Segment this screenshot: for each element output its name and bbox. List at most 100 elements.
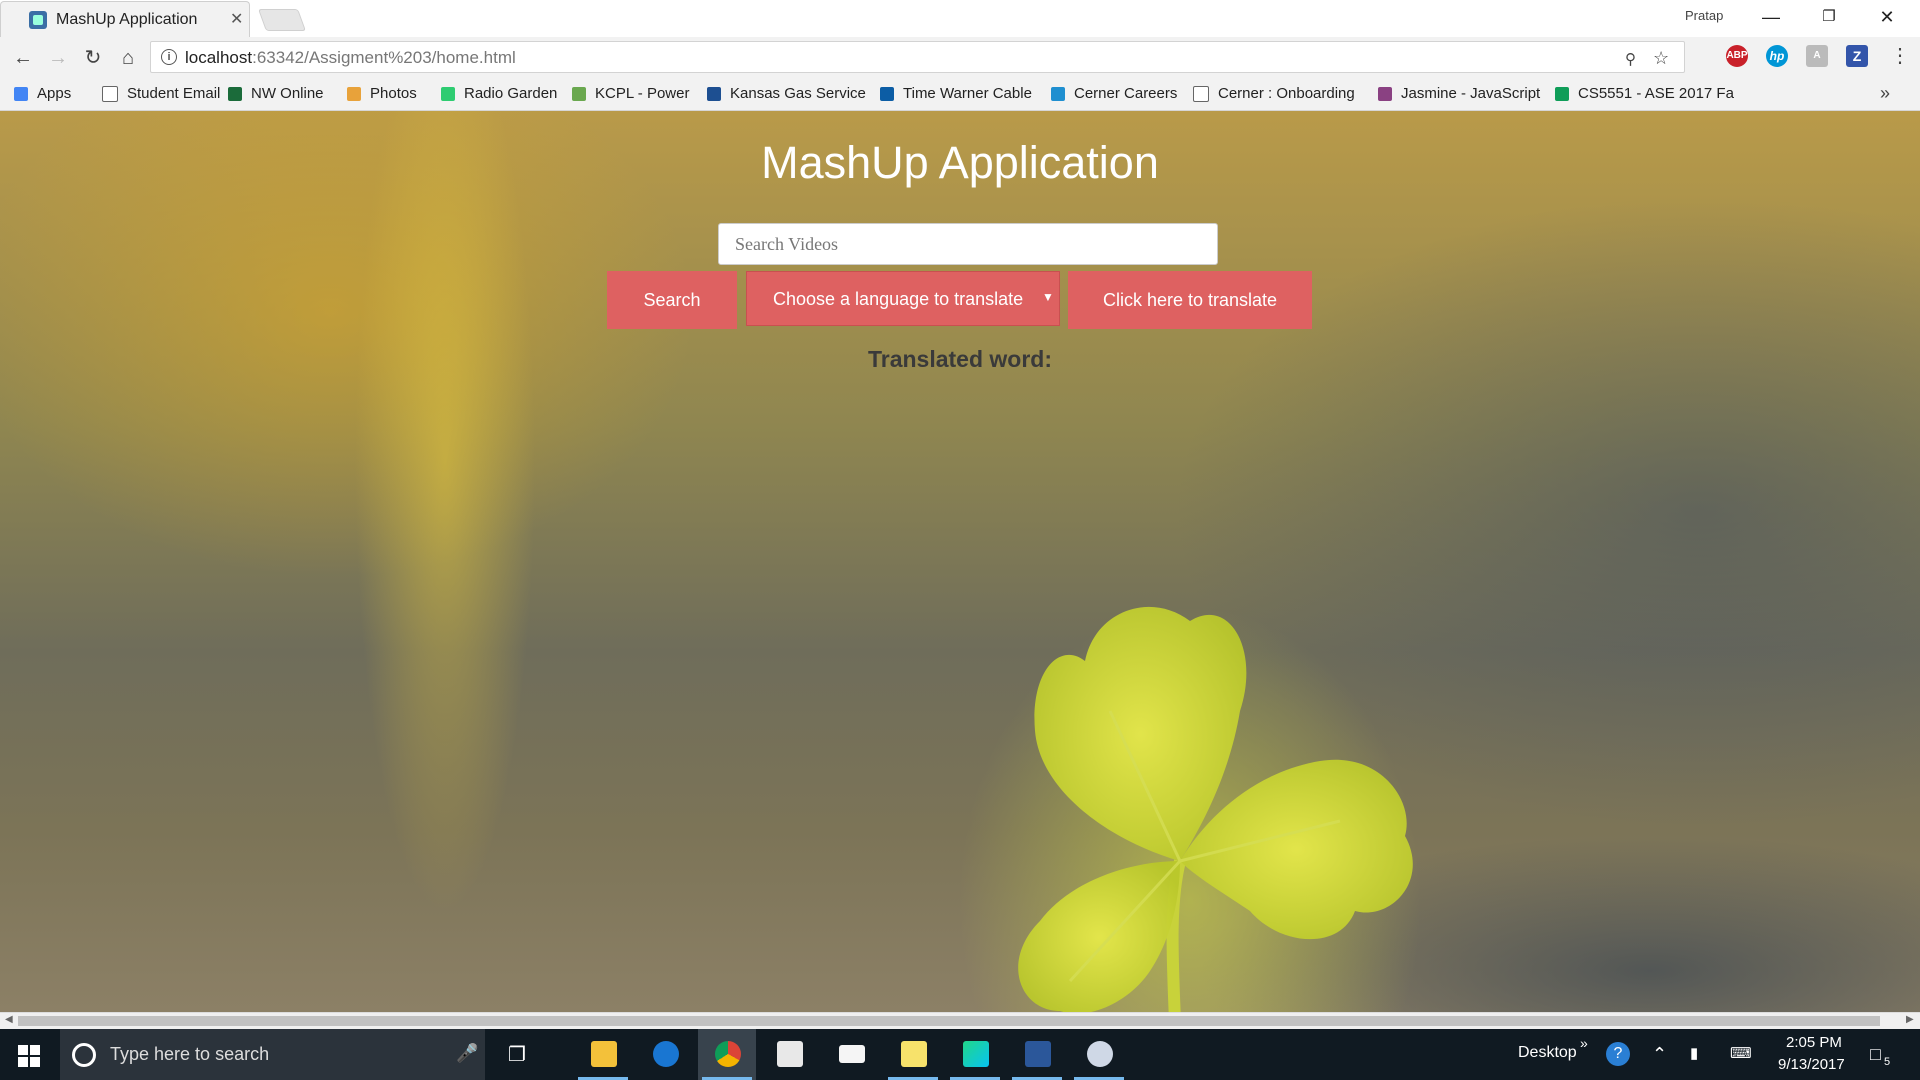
home-icon[interactable]: ⌂ [113, 43, 143, 73]
bookmark-label: Time Warner Cable [903, 85, 1032, 102]
forward-icon[interactable]: → [43, 43, 73, 73]
new-tab-button[interactable] [257, 9, 307, 31]
minimize-icon[interactable]: — [1746, 2, 1796, 32]
bookmark-label: Photos [370, 85, 417, 102]
bookmark-item[interactable]: CS5551 - ASE 2017 Fa [1555, 85, 1734, 102]
toolbar-expand-icon[interactable]: » [1580, 1035, 1588, 1051]
browser-toolbar: ← → ↻ ⌂ i localhost:63342/Assigment%203/… [0, 37, 1920, 79]
bookmark-label: Apps [37, 85, 72, 102]
sticky-notes-icon[interactable] [884, 1029, 942, 1080]
clock-date[interactable]: 9/13/2017 [1778, 1056, 1845, 1073]
store-icon[interactable] [760, 1029, 818, 1080]
translated-word-label: Translated word: [867, 346, 1053, 372]
tab-favicon-icon [29, 11, 47, 29]
bookmark-label: NW Online [251, 85, 324, 102]
apps-grid-icon [14, 86, 28, 101]
bookmark-item[interactable]: Jasmine - JavaScript [1378, 85, 1540, 102]
url-text: localhost:63342/Assigment%203/home.html [185, 48, 516, 67]
bookmark-label: CS5551 - ASE 2017 Fa [1578, 85, 1734, 102]
bookmark-item[interactable]: Time Warner Cable [880, 85, 1032, 102]
windows-taskbar: Type here to search 🎤 ❐ Desktop » ? ⌃ ▮ … [0, 1029, 1920, 1080]
sheets-icon [1555, 86, 1569, 101]
page-icon [1193, 85, 1209, 102]
windows-start-icon[interactable] [18, 1045, 40, 1067]
taskbar-search-placeholder: Type here to search [110, 1044, 270, 1064]
reload-icon[interactable]: ↻ [78, 43, 108, 73]
hp-icon[interactable]: hp [1766, 45, 1788, 67]
bookmark-label: Jasmine - JavaScript [1401, 85, 1541, 102]
browser-tab[interactable]: MashUp Application ✕ [0, 1, 250, 37]
bookmark-item[interactable]: Radio Garden [441, 85, 557, 102]
paint-icon[interactable] [1070, 1029, 1128, 1080]
page-icon [102, 85, 118, 102]
language-select[interactable]: Choose a language to translate ▼ [746, 271, 1060, 326]
word-icon[interactable] [1008, 1029, 1066, 1080]
photos-pinwheel-icon [347, 86, 361, 101]
horizontal-scrollbar[interactable]: ◀ ▶ [0, 1012, 1920, 1029]
bookmark-label: KCPL - Power [595, 85, 690, 102]
site-info-icon[interactable]: i [161, 49, 177, 65]
zotero-icon[interactable]: Z [1846, 45, 1868, 67]
mail-icon[interactable] [822, 1029, 880, 1080]
nw-logo-icon [228, 86, 242, 101]
profile-name[interactable]: Pratap [1685, 8, 1723, 23]
page-viewport: MashUp Application Search Choose a langu… [0, 111, 1920, 1012]
translate-button[interactable]: Click here to translate [1068, 271, 1312, 329]
bookmark-item[interactable]: KCPL - Power [572, 85, 689, 102]
microphone-icon[interactable]: 🎤 [456, 1043, 478, 1064]
star-icon[interactable]: ☆ [1653, 48, 1669, 69]
clock-time[interactable]: 2:05 PM [1786, 1034, 1842, 1051]
bookmark-item[interactable]: Kansas Gas Service [707, 85, 866, 102]
kcpl-leaf-icon [572, 86, 586, 101]
chevron-up-icon[interactable]: ⌃ [1652, 1044, 1667, 1065]
chrome-icon[interactable] [698, 1029, 756, 1080]
close-tab-icon[interactable]: ✕ [230, 9, 243, 29]
bookmark-item[interactable]: Photos [347, 85, 417, 102]
acrobat-icon[interactable]: A [1806, 45, 1828, 67]
edge-icon[interactable] [636, 1029, 694, 1080]
battery-icon[interactable]: ▮ [1690, 1044, 1698, 1062]
bookmark-item[interactable]: Cerner : Onboarding [1193, 85, 1355, 102]
desktop-toolbar-label[interactable]: Desktop [1518, 1044, 1577, 1062]
bookmark-item[interactable]: Cerner Careers [1051, 85, 1177, 102]
bookmarks-overflow-icon[interactable]: » [1880, 83, 1890, 104]
bookmark-label: Cerner Careers [1074, 85, 1178, 102]
cerner-sun-icon [1051, 86, 1065, 101]
taskbar-search-box[interactable]: Type here to search 🎤 [60, 1029, 485, 1080]
scroll-right-icon[interactable]: ▶ [1906, 1014, 1914, 1025]
cortana-icon[interactable] [72, 1043, 96, 1067]
clover-background-image [1018, 606, 1413, 1012]
search-button[interactable]: Search [607, 271, 737, 329]
keyboard-icon[interactable]: ⌨ [1730, 1044, 1752, 1062]
chrome-menu-icon[interactable]: ⋮ [1890, 43, 1910, 68]
adblock-icon[interactable]: ABP [1726, 45, 1748, 67]
task-view-icon[interactable]: ❐ [508, 1042, 526, 1067]
bookmark-item[interactable]: NW Online [228, 85, 324, 102]
back-icon[interactable]: ← [8, 43, 38, 73]
address-bar[interactable]: i localhost:63342/Assigment%203/home.htm… [150, 41, 1685, 73]
tab-title: MashUp Application [56, 11, 198, 28]
language-select-value: Choose a language to translate [773, 289, 1024, 309]
bookmark-item[interactable]: Apps [14, 85, 71, 102]
bookmark-label: Cerner : Onboarding [1218, 85, 1355, 102]
twc-play-icon [880, 86, 894, 101]
scroll-left-icon[interactable]: ◀ [5, 1014, 13, 1025]
green-dot-icon [441, 86, 455, 101]
search-videos-input[interactable] [718, 223, 1218, 265]
key-icon[interactable]: ⚲ [1625, 50, 1636, 68]
bookmark-label: Kansas Gas Service [730, 85, 866, 102]
page-title: MashUp Application [761, 137, 1159, 188]
file-explorer-icon[interactable] [574, 1029, 632, 1080]
kgs-g-icon [707, 86, 721, 101]
notification-count: 5 [1884, 1056, 1891, 1068]
bookmark-label: Student Email [127, 85, 221, 102]
bookmark-item[interactable]: Student Email [102, 85, 220, 102]
help-icon[interactable]: ? [1606, 1042, 1630, 1066]
action-center-icon[interactable]: □ [1870, 1044, 1881, 1065]
webstorm-icon[interactable] [946, 1029, 1004, 1080]
browser-tabstrip: MashUp Application ✕ Pratap — ❐ ✕ [0, 0, 1920, 37]
jasmine-icon [1378, 86, 1392, 101]
scrollbar-thumb[interactable] [18, 1016, 1880, 1026]
close-window-icon[interactable]: ✕ [1862, 2, 1912, 32]
restore-icon[interactable]: ❐ [1804, 2, 1854, 32]
